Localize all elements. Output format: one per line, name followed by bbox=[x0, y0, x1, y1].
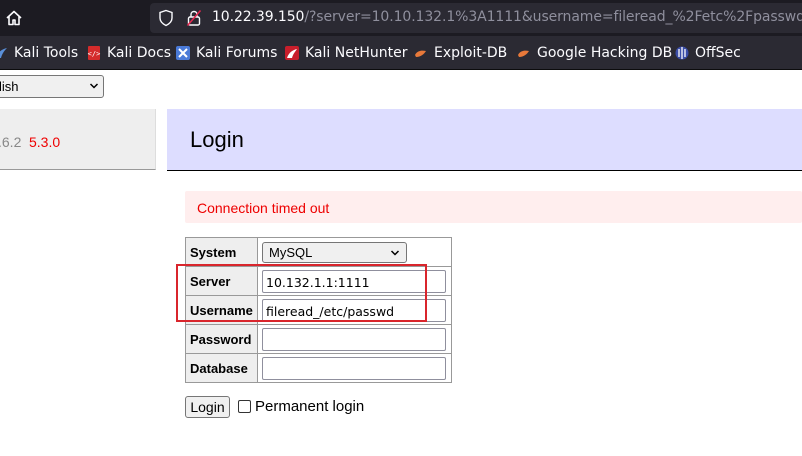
bookmark-kali-tools[interactable]: Kali Tools bbox=[0, 44, 78, 62]
bookmark-kali-forums[interactable]: Kali Forums bbox=[176, 44, 277, 62]
bookmarks-bar: Kali Tools </> Kali Docs Kali Forums Kal… bbox=[0, 36, 802, 70]
url-text[interactable]: 10.22.39.150/?server=10.10.132.1%3A1111&… bbox=[212, 9, 802, 25]
database-label: Database bbox=[185, 353, 258, 383]
system-label: System bbox=[185, 237, 258, 267]
system-select-value: MySQL bbox=[269, 244, 313, 260]
password-label: Password bbox=[185, 324, 258, 354]
kali-docs-icon: </> bbox=[88, 46, 101, 60]
bookmark-exploit-db[interactable]: Exploit-DB bbox=[414, 44, 507, 62]
exploit-db-icon bbox=[415, 50, 426, 57]
svg-text:</>: </> bbox=[88, 50, 101, 58]
url-path: /?server=10.10.132.1%3A1111&username=fil… bbox=[304, 9, 802, 25]
bookmark-kali-docs[interactable]: </> Kali Docs bbox=[87, 44, 171, 62]
bookmark-label: Kali Forums bbox=[196, 45, 278, 61]
ghdb-icon bbox=[518, 50, 529, 57]
insecure-lock-icon[interactable] bbox=[186, 9, 202, 27]
system-select[interactable]: MySQL bbox=[262, 241, 407, 263]
header-band bbox=[167, 109, 802, 171]
version-old: .6.2 bbox=[0, 134, 22, 150]
form-row-password: Password bbox=[185, 324, 452, 354]
error-message: Connection timed out bbox=[197, 200, 330, 216]
password-cell bbox=[257, 324, 452, 354]
url-host: 10.22.39.150 bbox=[212, 9, 305, 25]
bookmark-label: Kali Docs bbox=[107, 45, 172, 61]
browser-toolbar: 10.22.39.150/?server=10.10.132.1%3A1111&… bbox=[0, 0, 802, 36]
kali-tools-icon bbox=[0, 48, 7, 58]
page-title: Login bbox=[190, 127, 244, 152]
system-cell: MySQL bbox=[257, 237, 452, 267]
bookmark-label: Google Hacking DB bbox=[537, 45, 673, 61]
password-input[interactable] bbox=[262, 327, 446, 351]
chevron-down-icon bbox=[390, 249, 400, 256]
bookmark-label: OffSec bbox=[695, 45, 741, 61]
chevron-down-icon bbox=[89, 83, 99, 89]
kali-forums-icon bbox=[176, 46, 190, 60]
version-panel bbox=[0, 109, 156, 170]
bookmark-label: Exploit-DB bbox=[434, 45, 508, 61]
form-row-database: Database bbox=[185, 353, 452, 383]
offsec-icon bbox=[675, 46, 689, 60]
login-button[interactable]: Login bbox=[185, 396, 230, 418]
home-icon[interactable] bbox=[5, 9, 23, 27]
bookmark-label: Kali Tools bbox=[14, 45, 79, 61]
database-cell bbox=[257, 353, 452, 383]
version-new-link[interactable]: 5.3.0 bbox=[29, 134, 60, 150]
database-input[interactable] bbox=[262, 356, 446, 380]
bookmark-google-hacking-db[interactable]: Google Hacking DB bbox=[517, 44, 672, 62]
permanent-login-checkbox[interactable] bbox=[238, 400, 251, 413]
language-select[interactable]: lish bbox=[0, 75, 104, 98]
bookmark-kali-nethunter[interactable]: Kali NetHunter bbox=[285, 44, 407, 62]
bookmark-label: Kali NetHunter bbox=[305, 45, 408, 61]
shield-icon[interactable] bbox=[158, 9, 174, 27]
annotation-highlight-box bbox=[176, 264, 427, 322]
permanent-login-label[interactable]: Permanent login bbox=[255, 398, 364, 415]
bookmark-offsec[interactable]: OffSec bbox=[675, 44, 741, 62]
kali-nethunter-icon bbox=[285, 46, 299, 60]
language-select-value: lish bbox=[0, 79, 19, 94]
form-row-system: System MySQL bbox=[185, 237, 452, 267]
